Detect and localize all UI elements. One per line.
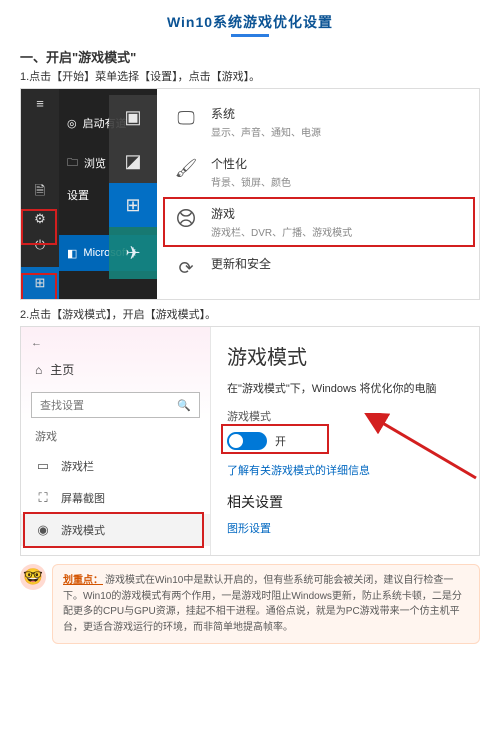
category-update[interactable]: ⟳ 更新和安全 [167,247,479,289]
graphics-link[interactable]: 图形设置 [227,520,467,536]
windows-start-icon[interactable]: ⊞ [21,267,59,299]
category-personalization[interactable]: 🖌 个性化 背景、锁屏、颜色 [167,147,479,197]
category-gaming-title: 游戏 [211,205,352,222]
sidebar-home-label: 主页 [50,361,74,378]
start-item-browse-label: 浏览 [84,155,106,171]
search-input[interactable]: 查找设置 🔍 [31,392,200,418]
monitor-icon: 🖵 [173,105,199,131]
settings-categories: 🖵 系统 显示、声音、通知、电源 🖌 个性化 背景、锁屏、颜色 游戏 [157,89,479,299]
brush-icon: 🖌 [173,155,199,181]
category-personalization-sub: 背景、锁屏、颜色 [211,174,291,189]
section-heading: 一、开启"游戏模式" [20,47,480,66]
keypoint-bubble: 划重点：游戏模式在Win10中是默认开启的，但有些系统可能会被关闭，建议自行检查… [52,564,480,644]
xbox-small-icon: ✕ [35,554,51,556]
start-menu-panel: ≡ 🗎 ⚙ ⏻ ⊞ ◎ 启动有道 🗀 浏览 设置 ◧ Microsoft [21,89,157,299]
keypoint-text: 游戏模式在Win10中是默认开启的，但有些系统可能会被关闭，建议自行检查一下。W… [63,575,462,633]
keypoint: 🤓 划重点：游戏模式在Win10中是默认开启的，但有些系统可能会被关闭，建议自行… [20,564,480,644]
start-rail: ≡ 🗎 ⚙ ⏻ ⊞ [21,89,59,299]
gm-toggle-label: 游戏模式 [227,408,467,424]
tile-placeholder-4[interactable]: ✈ [109,227,157,279]
nav-game-bar[interactable]: ▭ 游戏栏 [21,450,210,482]
power-icon[interactable]: ⏻ [32,237,48,253]
keypoint-label: 划重点： [63,575,103,586]
search-icon: 🔍 [177,399,191,412]
category-system[interactable]: 🖵 系统 显示、声音、通知、电源 [167,97,479,147]
home-icon: ⌂ [35,363,42,377]
nav-screenshots[interactable]: ⛶ 屏幕截图 [21,482,210,514]
gm-learn-more-link[interactable]: 了解有关游戏模式的详细信息 [227,462,467,478]
gm-toggle[interactable] [227,432,267,450]
sync-icon: ⟳ [173,255,199,281]
avatar-icon: 🤓 [20,564,46,590]
screenshot-start-settings: ≡ 🗎 ⚙ ⏻ ⊞ ◎ 启动有道 🗀 浏览 设置 ◧ Microsoft [20,88,480,300]
capture-icon: ⛶ [35,490,51,506]
page-title: Win10系统游戏优化设置 [20,12,480,32]
nav-screenshots-label: 屏幕截图 [61,490,105,506]
hamburger-icon[interactable]: ≡ [32,95,48,111]
ring-icon: ◎ [67,117,77,130]
nav-game-mode-label: 游戏模式 [61,522,105,538]
gamebar-icon: ▭ [35,458,51,474]
settings-sidebar: ← ⌂ 主页 查找设置 🔍 游戏 ▭ 游戏栏 ⛶ 屏幕截图 ◉ 游戏模式 [21,327,211,555]
category-system-title: 系统 [211,105,321,122]
gm-desc: 在"游戏模式"下，Windows 将优化你的电脑 [227,380,467,396]
start-tiles: ▣ ◪ ⊞ ✈ [109,95,157,279]
title-underline [231,34,269,37]
start-item-settings-label: 设置 [67,187,89,203]
gear-icon[interactable]: ⚙ [32,211,48,227]
sidebar-home[interactable]: ⌂ 主页 [21,353,210,386]
document-icon[interactable]: 🗎 [32,185,48,201]
category-system-sub: 显示、声音、通知、电源 [211,124,321,139]
nav-game-bar-label: 游戏栏 [61,458,94,474]
sidebar-category: 游戏 [21,428,210,450]
category-update-title: 更新和安全 [211,255,271,272]
screenshot-game-mode: ← ⌂ 主页 查找设置 🔍 游戏 ▭ 游戏栏 ⛶ 屏幕截图 ◉ 游戏模式 [20,326,480,556]
step-2-text: 2.点击【游戏模式】，开启【游戏模式】。 [20,306,480,322]
step-1-text: 1.点击【开始】菜单选择【设置】，点击【游戏】。 [20,68,480,84]
nav-game-mode[interactable]: ◉ 游戏模式 [21,514,210,546]
microsoft-icon: ◧ [67,247,77,260]
nav-xbox[interactable]: ✕ Xbox 网络 [21,546,210,556]
gm-toggle-row: 开 [227,428,306,454]
tile-placeholder-3[interactable]: ⊞ [109,183,157,227]
tile-placeholder-2[interactable]: ◪ [109,139,157,183]
gamemode-icon: ◉ [35,522,51,538]
category-personalization-title: 个性化 [211,155,291,172]
category-gaming-sub: 游戏栏、DVR、广播、游戏模式 [211,224,352,239]
settings-content: 游戏模式 在"游戏模式"下，Windows 将优化你的电脑 游戏模式 开 了解有… [211,327,479,555]
related-heading: 相关设置 [227,492,467,512]
back-icon[interactable]: ← [21,333,210,353]
category-gaming[interactable]: 游戏 游戏栏、DVR、广播、游戏模式 [167,197,479,247]
nav-xbox-label: Xbox 网络 [61,554,111,556]
gm-title: 游戏模式 [227,341,467,370]
xbox-icon [173,205,199,231]
tile-placeholder-1[interactable]: ▣ [109,95,157,139]
gm-toggle-state: 开 [275,433,286,449]
folder-icon: 🗀 [67,154,78,173]
search-placeholder: 查找设置 [40,397,84,413]
